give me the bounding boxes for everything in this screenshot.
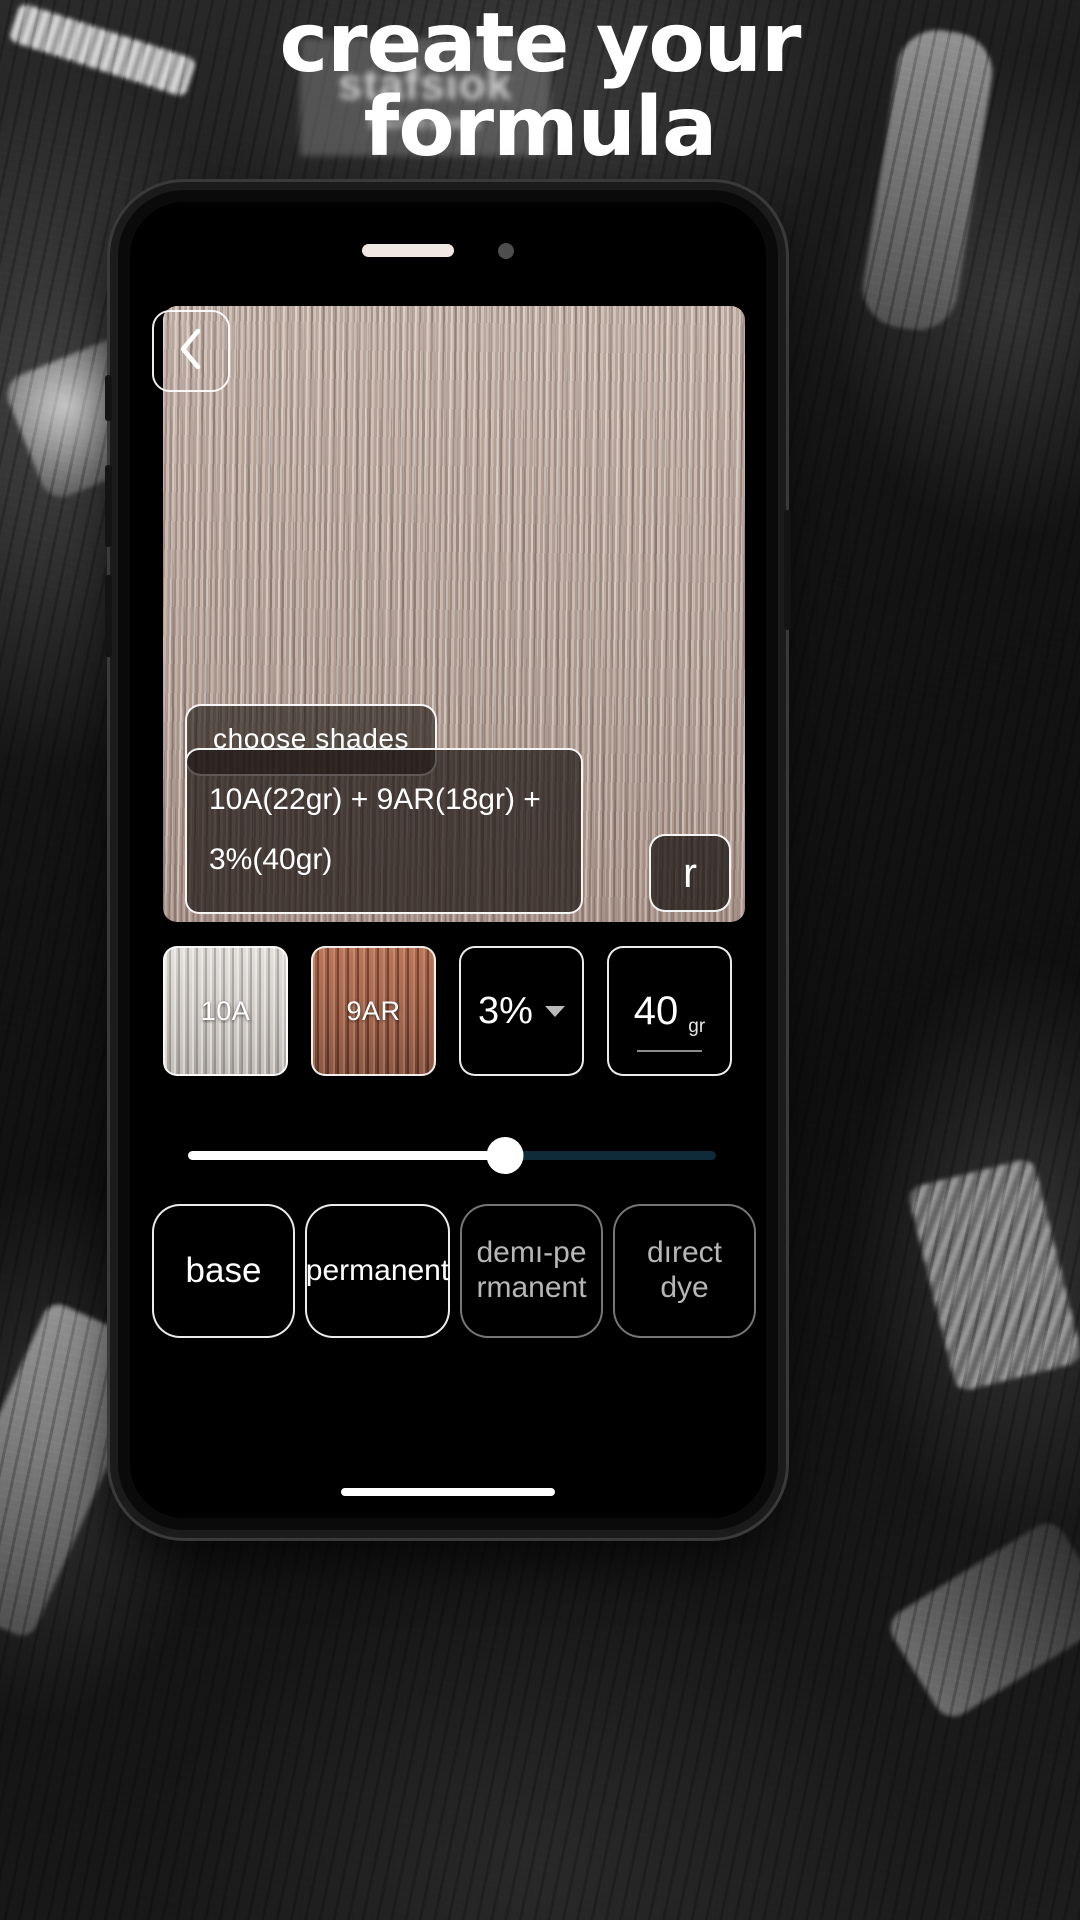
- home-indicator: [341, 1488, 555, 1496]
- formula-text: 10A(22gr) + 9AR(18gr) + 3%(40gr): [209, 783, 541, 876]
- type-button-label: base: [185, 1250, 262, 1290]
- type-button-label: dırect dye: [646, 1236, 723, 1304]
- shade-swatch-label: 9AR: [346, 995, 401, 1026]
- amount-input[interactable]: 40 gr: [607, 946, 732, 1076]
- amount-unit: gr: [688, 1016, 706, 1037]
- phone-mockup: choose shades 10A(22gr) + 9AR(18gr) + 3%…: [105, 190, 791, 1530]
- shade-swatch-10a[interactable]: 10A: [163, 946, 288, 1076]
- shade-swatch-9ar[interactable]: 9AR: [311, 946, 436, 1076]
- headline-line-1: create your: [279, 0, 802, 91]
- amount-input-underline: [637, 1050, 702, 1052]
- headline-line-2: formula: [363, 79, 718, 175]
- phone-power-button: [784, 510, 791, 630]
- page-title: create your formula: [0, 2, 1080, 169]
- formula-display[interactable]: 10A(22gr) + 9AR(18gr) + 3%(40gr): [185, 748, 583, 914]
- type-button-demi-permanent[interactable]: demı-pe rmanent: [460, 1204, 603, 1338]
- type-button-label: demı-pe rmanent: [476, 1236, 587, 1304]
- amount-slider[interactable]: [188, 1135, 716, 1175]
- screenshot-root: stafsıok hair expert create your formula…: [0, 0, 1080, 1920]
- front-camera-icon: [498, 243, 514, 259]
- type-button-base[interactable]: base: [152, 1204, 295, 1338]
- back-button[interactable]: [152, 310, 230, 392]
- chevron-left-icon: [176, 328, 206, 375]
- phone-silent-switch: [105, 375, 112, 421]
- color-type-row: base permanent demı-pe rmanent dırect dy…: [152, 1204, 756, 1338]
- shade-swatch-label: 10A: [200, 995, 251, 1026]
- type-button-permanent[interactable]: permanent: [305, 1204, 450, 1338]
- slider-thumb[interactable]: [486, 1137, 524, 1174]
- dynamic-island-speaker: [362, 244, 454, 257]
- caret-down-icon: [544, 1005, 565, 1017]
- developer-percent-select[interactable]: 3%: [459, 946, 584, 1076]
- shade-selection-row: 10A 9AR 3% 40 gr: [163, 946, 745, 1076]
- developer-percent-value: 3%: [478, 989, 533, 1032]
- phone-screen: choose shades 10A(22gr) + 9AR(18gr) + 3%…: [130, 202, 766, 1518]
- type-button-label: permanent: [305, 1253, 450, 1287]
- slider-track-active: [188, 1151, 505, 1160]
- amount-value: 40: [633, 988, 679, 1033]
- phone-volume-down-button: [105, 575, 112, 657]
- reset-formula-button[interactable]: r: [649, 834, 731, 912]
- reset-formula-label: r: [683, 849, 697, 896]
- hair-preview-panel: choose shades 10A(22gr) + 9AR(18gr) + 3%…: [163, 306, 745, 922]
- type-button-direct-dye[interactable]: dırect dye: [613, 1204, 756, 1338]
- phone-volume-up-button: [105, 465, 112, 547]
